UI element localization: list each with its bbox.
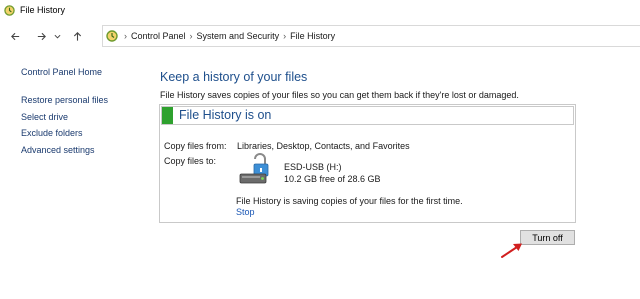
restore-personal-files-link[interactable]: Restore personal files [21, 94, 108, 111]
copy-to-label: Copy files to: [164, 156, 217, 166]
page-description: File History saves copies of your files … [160, 90, 519, 100]
address-bar[interactable]: › Control Panel › System and Security › … [102, 25, 640, 47]
exclude-folders-link[interactable]: Exclude folders [21, 127, 108, 144]
back-arrow-icon[interactable] [5, 26, 25, 46]
chevron-right-icon: › [124, 31, 127, 41]
usb-drive-icon [239, 153, 273, 187]
drive-name: ESD-USB (H:) [284, 162, 342, 172]
copy-from-value: Libraries, Desktop, Contacts, and Favori… [237, 141, 410, 151]
breadcrumb-control-panel[interactable]: Control Panel [131, 31, 186, 41]
breadcrumb-system-and-security[interactable]: System and Security [197, 31, 280, 41]
chevron-right-icon: › [189, 31, 193, 41]
drive-free-space: 10.2 GB free of 28.6 GB [284, 174, 381, 184]
status-header: File History is on [161, 106, 574, 125]
navigation-bar: › Control Panel › System and Security › … [0, 24, 640, 48]
left-navigation: Control Panel Home Restore personal file… [21, 67, 108, 160]
red-annotation-arrow [498, 240, 528, 260]
select-drive-link[interactable]: Select drive [21, 111, 108, 128]
file-history-icon [4, 4, 15, 16]
stop-link[interactable]: Stop [236, 207, 255, 217]
forward-arrow-icon[interactable] [31, 26, 51, 46]
recent-locations-icon[interactable] [51, 26, 63, 46]
breadcrumb-file-history[interactable]: File History [290, 31, 335, 41]
saving-status-message: File History is saving copies of your fi… [236, 196, 463, 206]
control-panel-home-link[interactable]: Control Panel Home [21, 67, 108, 77]
file-history-panel: File History is on Copy files from: Libr… [159, 104, 576, 223]
title-bar: File History [0, 0, 640, 20]
copy-from-label: Copy files from: [164, 141, 227, 151]
window-title: File History [20, 5, 66, 15]
status-text: File History is on [179, 108, 272, 122]
turn-off-button[interactable]: Turn off [520, 230, 575, 245]
advanced-settings-link[interactable]: Advanced settings [21, 144, 108, 161]
chevron-right-icon: › [283, 31, 287, 41]
page-title: Keep a history of your files [160, 70, 308, 84]
status-indicator [162, 107, 173, 124]
file-history-icon [106, 30, 118, 42]
up-arrow-icon[interactable] [67, 26, 87, 46]
